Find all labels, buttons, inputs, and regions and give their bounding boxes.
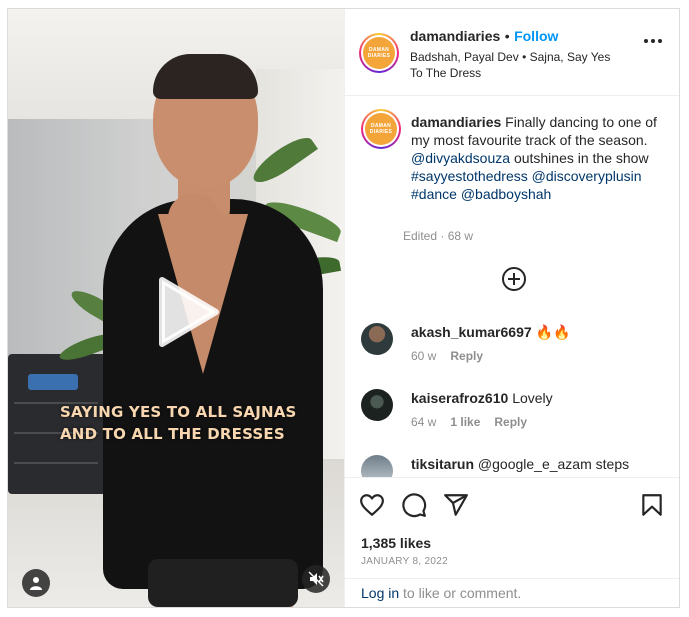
comment-item: kaiserafroz610 Lovely 64 w 1 like Reply bbox=[361, 389, 661, 433]
post-dialog: SAYING YES TO ALL SAJNAS AND TO ALL THE … bbox=[7, 8, 680, 608]
comment-age: 60 w bbox=[411, 349, 437, 363]
post-date: JANUARY 8, 2022 bbox=[361, 556, 448, 567]
comment-text: kaiserafroz610 Lovely bbox=[411, 389, 661, 407]
hashtag-link[interactable]: #sayyestothedress bbox=[411, 168, 528, 184]
meta-dot: · bbox=[440, 229, 445, 243]
comment-body: Lovely bbox=[512, 390, 553, 406]
post-details-panel: DAMAN DIARIES damandiaries • Follow Badsh… bbox=[344, 9, 679, 607]
mention-link[interactable]: @badboyshah bbox=[461, 186, 552, 202]
bookmark-icon[interactable] bbox=[639, 492, 665, 518]
person-hand bbox=[168, 194, 220, 264]
login-prompt: Log in to like or comment. bbox=[345, 578, 679, 607]
daman-diaries-logo: DAMAN DIARIES bbox=[365, 113, 397, 145]
comment-age: 64 w bbox=[411, 415, 437, 429]
daman-diaries-logo: DAMAN DIARIES bbox=[363, 37, 395, 69]
comment-meta: 64 w 1 like Reply bbox=[411, 415, 527, 429]
caption-age: 68 w bbox=[447, 229, 474, 243]
login-prompt-text: to like or comment. bbox=[403, 585, 522, 601]
post-actions: 1,385 likes JANUARY 8, 2022 Log in to li… bbox=[345, 477, 679, 607]
author-avatar[interactable]: DAMAN DIARIES bbox=[359, 33, 399, 73]
comment-meta: 60 w Reply bbox=[411, 349, 483, 363]
comment-item: tiksitarun @google_e_azam steps bbox=[361, 455, 661, 477]
like-count[interactable]: 1,385 likes bbox=[361, 535, 431, 551]
audio-track-link[interactable]: Badshah, Payal Dev • Sajna, Say Yes To T… bbox=[410, 49, 625, 81]
person-hair bbox=[153, 54, 258, 99]
follow-button[interactable]: Follow bbox=[514, 28, 558, 44]
comment-item: akash_kumar6697 🔥🔥 60 w Reply bbox=[361, 323, 661, 367]
mute-icon[interactable] bbox=[302, 565, 330, 593]
caption-username[interactable]: damandiaries bbox=[411, 114, 501, 130]
comment-body: 🔥🔥 bbox=[535, 324, 571, 340]
edited-label: Edited bbox=[403, 229, 438, 243]
caption-meta: Edited · 68 w bbox=[403, 229, 473, 243]
comment-icon[interactable] bbox=[401, 492, 427, 518]
comment-username[interactable]: kaiserafroz610 bbox=[411, 390, 508, 406]
reply-button[interactable]: Reply bbox=[450, 349, 483, 363]
hashtag-link[interactable]: #dance bbox=[411, 186, 457, 202]
comment-avatar[interactable] bbox=[361, 323, 393, 355]
heart-icon[interactable] bbox=[359, 492, 385, 518]
video-player[interactable]: SAYING YES TO ALL SAJNAS AND TO ALL THE … bbox=[8, 9, 344, 607]
comment-username[interactable]: akash_kumar6697 bbox=[411, 324, 532, 340]
mention-link[interactable]: @divyakdsouza bbox=[411, 150, 510, 166]
add-comment-icon[interactable] bbox=[502, 267, 526, 291]
reply-button[interactable]: Reply bbox=[494, 415, 527, 429]
caption-body-2: outshines in the show bbox=[513, 150, 649, 166]
comment-avatar[interactable] bbox=[361, 455, 393, 477]
share-icon[interactable] bbox=[443, 492, 469, 518]
comment-avatar[interactable] bbox=[361, 389, 393, 421]
caption-avatar[interactable]: DAMAN DIARIES bbox=[361, 109, 401, 149]
comment-like-count[interactable]: 1 like bbox=[450, 415, 480, 429]
login-link[interactable]: Log in bbox=[361, 585, 399, 601]
post-header: DAMAN DIARIES damandiaries • Follow Badsh… bbox=[345, 9, 679, 96]
user-tag-icon[interactable] bbox=[22, 569, 50, 597]
play-icon[interactable] bbox=[146, 272, 226, 352]
comment-text: tiksitarun @google_e_azam steps bbox=[411, 455, 661, 473]
mention-link[interactable]: @discoveryplusin bbox=[532, 168, 642, 184]
separator-dot: • bbox=[504, 28, 510, 44]
comment-username[interactable]: tiksitarun bbox=[411, 456, 474, 472]
caption-text: damandiaries Finally dancing to one of m… bbox=[411, 113, 661, 203]
person-shorts bbox=[148, 559, 298, 607]
comment-body: @google_e_azam steps bbox=[477, 456, 630, 472]
comment-text: akash_kumar6697 🔥🔥 bbox=[411, 323, 661, 341]
author-username[interactable]: damandiaries bbox=[410, 28, 500, 44]
more-options-icon[interactable] bbox=[644, 39, 662, 43]
video-text-overlay: SAYING YES TO ALL SAJNAS AND TO ALL THE … bbox=[60, 403, 297, 443]
